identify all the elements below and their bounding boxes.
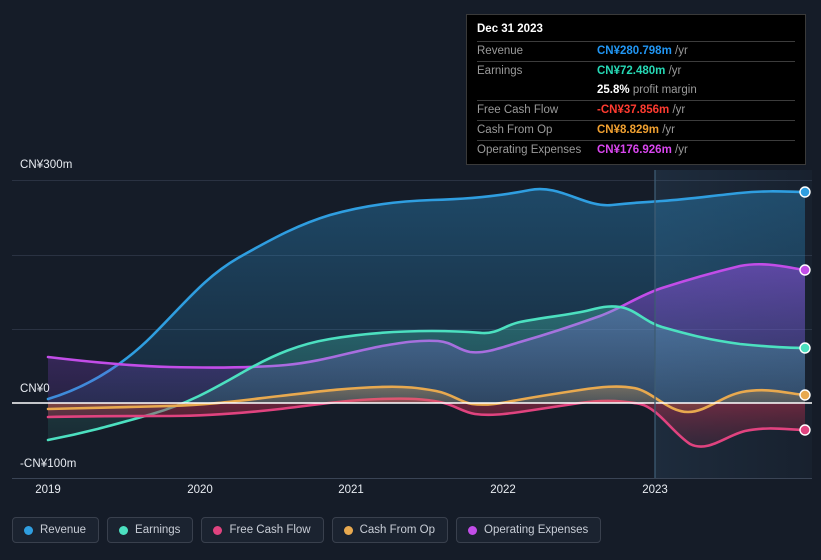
- tooltip-unit-cash-from-op: /yr: [662, 124, 675, 136]
- tooltip-row-cash-from-op: Cash From Op CN¥8.829m /yr: [477, 120, 795, 140]
- tooltip-title: Dec 31 2023: [477, 23, 543, 35]
- tooltip-label-revenue: Revenue: [477, 45, 524, 57]
- y-axis-label-zero: CN¥0: [20, 383, 50, 395]
- x-axis-tick-2021: 2021: [338, 484, 364, 496]
- legend-item-earnings[interactable]: Earnings: [107, 517, 194, 543]
- tooltip-unit-earnings: /yr: [668, 65, 682, 77]
- tooltip-row-revenue: Revenue CN¥280.798m /yr: [477, 41, 795, 61]
- tooltip-value-free-cash-flow: -CN¥37.856m: [597, 104, 670, 116]
- legend-label-revenue: Revenue: [40, 524, 87, 536]
- data-tooltip: Dec 31 2023 Revenue CN¥280.798m /yr Earn…: [466, 14, 806, 165]
- free-cash-flow-endpoint-marker[interactable]: [799, 424, 811, 436]
- tooltip-row-earnings: Earnings CN¥72.480m /yr: [477, 61, 795, 81]
- legend-dot-earnings-icon: [119, 525, 129, 535]
- legend-label-operating-expenses: Operating Expenses: [484, 524, 589, 536]
- chart-legend: Revenue Earnings Free Cash Flow Cash Fro…: [12, 517, 602, 543]
- x-axis-tick-2023: 2023: [642, 484, 668, 496]
- tooltip-label-free-cash-flow: Free Cash Flow: [477, 104, 559, 116]
- legend-dot-revenue-icon: [24, 525, 33, 535]
- x-axis-tick-2019: 2019: [35, 484, 61, 496]
- legend-dot-free-cash-flow-icon: [213, 525, 223, 535]
- legend-dot-cash-from-op-icon: [343, 525, 353, 535]
- legend-item-revenue[interactable]: Revenue: [12, 517, 100, 543]
- tooltip-value-operating-expenses: CN¥176.926m: [597, 144, 672, 156]
- legend-label-cash-from-op: Cash From Op: [359, 524, 436, 536]
- tooltip-unit-revenue: /yr: [675, 45, 688, 57]
- legend-label-earnings: Earnings: [135, 524, 181, 536]
- legend-item-operating-expenses[interactable]: Operating Expenses: [456, 517, 602, 543]
- tooltip-label-earnings: Earnings: [477, 65, 523, 77]
- operating-expenses-endpoint-marker[interactable]: [799, 264, 811, 276]
- tooltip-value-revenue: CN¥280.798m: [597, 45, 672, 57]
- tooltip-row-profit-margin: 25.8% profit margin: [477, 81, 795, 100]
- cash-from-op-endpoint-marker[interactable]: [799, 389, 811, 401]
- revenue-endpoint-marker[interactable]: [799, 186, 811, 198]
- y-axis-label-bottom: -CN¥100m: [20, 458, 77, 470]
- tooltip-unit-free-cash-flow: /yr: [672, 104, 686, 116]
- tooltip-value-profit-margin: 25.8%: [597, 84, 630, 96]
- tooltip-unit-profit-margin: profit margin: [632, 84, 697, 96]
- tooltip-value-cash-from-op: CN¥8.829m: [597, 124, 660, 136]
- tooltip-unit-operating-expenses: /yr: [675, 144, 688, 156]
- y-axis-label-top: CN¥300m: [20, 159, 73, 171]
- tooltip-label-operating-expenses: Operating Expenses: [477, 144, 582, 156]
- tooltip-row-free-cash-flow: Free Cash Flow -CN¥37.856m /yr: [477, 100, 795, 120]
- tooltip-value-earnings: CN¥72.480m: [597, 65, 666, 77]
- tooltip-label-cash-from-op: Cash From Op: [477, 124, 553, 136]
- x-axis-tick-2020: 2020: [187, 484, 213, 496]
- legend-item-free-cash-flow[interactable]: Free Cash Flow: [201, 517, 324, 543]
- legend-item-cash-from-op[interactable]: Cash From Op: [331, 517, 449, 543]
- tooltip-row-operating-expenses: Operating Expenses CN¥176.926m /yr: [477, 140, 795, 160]
- legend-label-free-cash-flow: Free Cash Flow: [229, 524, 311, 536]
- x-axis-tick-2022: 2022: [490, 484, 516, 496]
- earnings-endpoint-marker[interactable]: [799, 342, 811, 354]
- financial-performance-chart: CN¥300m CN¥0 -CN¥100m 2019 2020 2021 202…: [0, 0, 821, 560]
- legend-dot-operating-expenses-icon: [468, 525, 478, 535]
